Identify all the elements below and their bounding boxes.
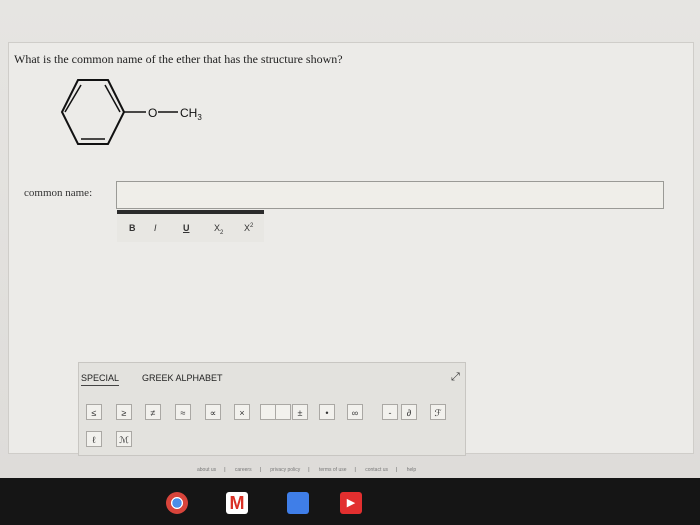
methyl-group: CH3 [180,106,202,122]
symbol-script-l[interactable]: ℓ [86,431,102,447]
molecule-structure: O CH3 [60,79,202,145]
docs-icon[interactable] [287,492,309,514]
symbol-ge[interactable]: ≥ [116,404,132,420]
italic-button[interactable]: I [154,223,157,233]
question-text: What is the common name of the ether tha… [14,52,343,66]
symbol-script-m[interactable]: ℳ [116,431,132,447]
symbol-bullet[interactable]: • [319,404,335,420]
superscript-button[interactable]: X2 [244,223,253,233]
footer-careers[interactable]: careers [235,467,252,473]
symbol-partial[interactable]: ∂ [401,404,417,420]
footer-about-us[interactable]: about us [197,467,216,473]
symbol-approx[interactable]: ≈ [175,404,191,420]
underline-button[interactable]: U [183,223,190,233]
footer-privacy-policy[interactable]: privacy policy [270,467,300,473]
chrome-icon[interactable] [166,492,188,514]
symbol-times[interactable]: × [234,404,250,420]
subscript-button[interactable]: X2 [214,223,223,236]
collapse-icon[interactable]: ⤢ [451,371,460,384]
tab-special[interactable]: SPECIAL [81,373,120,386]
symbol-le[interactable]: ≤ [86,404,102,420]
symbol-dash[interactable]: - [382,404,398,420]
symbol-plus-minus[interactable]: ± [292,404,308,420]
bold-button[interactable]: B [129,223,136,233]
symbol-script-f[interactable]: ℱ [430,404,446,420]
symbol-panel: SPECIAL GREEK ALPHABET ⤢ ≤ ≥ ≠ ≈ ∝ × ± •… [78,362,466,456]
tab-greek-alphabet[interactable]: GREEK ALPHABET [142,373,223,383]
symbol-blank-2[interactable] [275,404,291,420]
symbol-proportional[interactable]: ∝ [205,404,221,420]
footer-contact-us[interactable]: contact us [365,467,388,473]
symbol-blank-1[interactable] [260,404,276,420]
symbol-ne[interactable]: ≠ [145,404,161,420]
footer-links: about us | careers | privacy policy | terms… [197,467,417,473]
format-toolbar: B I U X2 X2 [117,210,264,242]
common-name-label: common name: [24,187,93,199]
youtube-icon[interactable]: ▶ [340,492,362,514]
symbol-infinity[interactable]: ∞ [347,404,363,420]
footer-help[interactable]: help [407,467,416,473]
oxygen-atom: O [148,106,157,120]
footer-terms-of-use[interactable]: terms of use [319,467,347,473]
common-name-input[interactable] [116,181,664,209]
gmail-icon[interactable]: M [226,492,248,514]
